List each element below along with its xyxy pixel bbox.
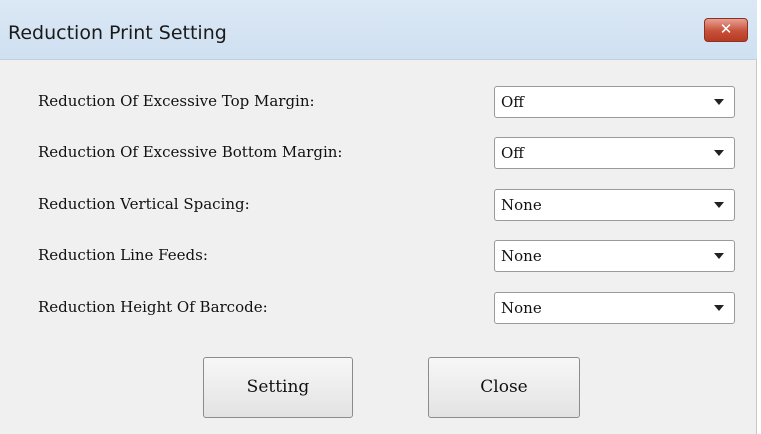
vertical-spacing-select-value: None — [501, 196, 542, 214]
line-feeds-select-value: None — [501, 247, 542, 265]
barcode-height-select-value: None — [501, 299, 542, 317]
bottom-margin-select[interactable]: Off — [494, 137, 735, 169]
setting-button[interactable]: Setting — [203, 357, 353, 418]
bottom-margin-select-value: Off — [501, 144, 524, 162]
close-icon: ✕ — [719, 20, 733, 38]
chevron-down-icon — [714, 202, 724, 208]
close-button[interactable]: Close — [428, 357, 580, 418]
close-window-button[interactable]: ✕ — [704, 18, 748, 42]
chevron-down-icon — [714, 99, 724, 105]
chevron-down-icon — [714, 253, 724, 259]
line-feeds-label: Reduction Line Feeds: — [38, 246, 208, 264]
top-margin-label: Reduction Of Excessive Top Margin: — [38, 92, 315, 110]
vertical-spacing-select[interactable]: None — [494, 189, 735, 221]
bottom-margin-label: Reduction Of Excessive Bottom Margin: — [38, 143, 343, 161]
chevron-down-icon — [714, 305, 724, 311]
barcode-height-label: Reduction Height Of Barcode: — [38, 298, 268, 316]
barcode-height-select[interactable]: None — [494, 292, 735, 324]
top-margin-select-value: Off — [501, 93, 524, 111]
top-margin-select[interactable]: Off — [494, 86, 735, 118]
line-feeds-select[interactable]: None — [494, 240, 735, 272]
chevron-down-icon — [714, 150, 724, 156]
title-bar[interactable]: Reduction Print Setting ✕ — [0, 0, 757, 60]
dialog-window: Reduction Print Setting ✕ Reduction Of E… — [0, 0, 757, 434]
window-title: Reduction Print Setting — [8, 22, 227, 44]
vertical-spacing-label: Reduction Vertical Spacing: — [38, 195, 250, 213]
